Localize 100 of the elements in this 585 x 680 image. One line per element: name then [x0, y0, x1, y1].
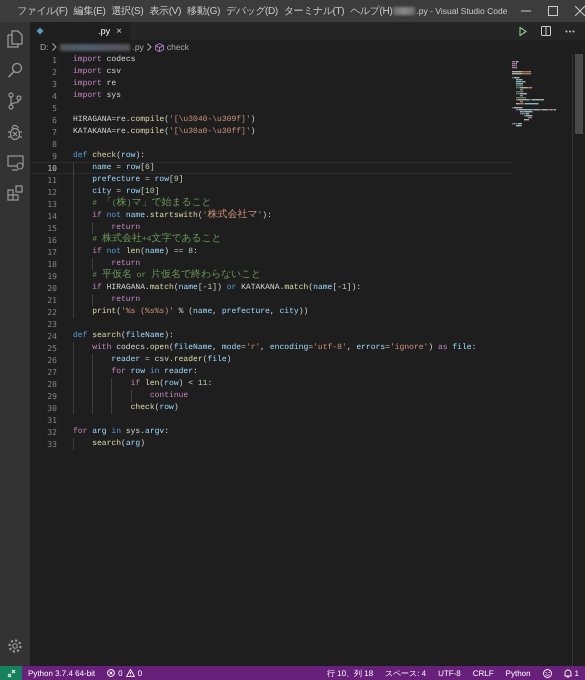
line-number: 16: [46, 236, 57, 244]
code-line: for arg in sys.argv:: [73, 426, 170, 438]
code-line: return: [111, 258, 140, 269]
line-number: 30: [46, 404, 57, 412]
menu-item[interactable]: ヘルプ(H): [349, 4, 394, 18]
status-item[interactable]: Python: [500, 668, 537, 678]
line-number: 20: [46, 284, 57, 292]
warning-count: 0: [138, 668, 142, 678]
line-number: 8: [51, 140, 57, 148]
extensions-icon[interactable]: [7, 185, 23, 201]
line-number: 33: [46, 440, 57, 448]
code-line: import codecs: [73, 54, 136, 66]
problems-status[interactable]: 0 0: [101, 668, 148, 678]
cube-icon: [154, 42, 164, 52]
status-item[interactable]: スペース: 4: [379, 668, 432, 678]
code-line: # 株式会社+4文字であること: [92, 234, 222, 246]
code-line: if len(row) < 11:: [130, 378, 212, 390]
line-number: 23: [46, 320, 57, 328]
code-line: for row in reader:: [111, 366, 198, 378]
blurred-text: [393, 7, 416, 15]
menu-item[interactable]: 編集(E): [72, 4, 107, 18]
monitor-icon[interactable]: [6, 155, 24, 171]
line-number: 3: [51, 80, 57, 88]
chevron-icon: [52, 43, 56, 51]
code-line: if not len(name) == 8:: [92, 246, 198, 258]
menu-item[interactable]: 選択(S): [110, 4, 144, 18]
remote-icon: [6, 668, 16, 678]
code-line: reader = csv.reader(file): [111, 354, 232, 366]
line-number: 11: [46, 176, 57, 184]
bell-icon: [564, 668, 572, 678]
line-number: 4: [51, 92, 57, 100]
code-line: HIRAGANA=re.compile('[\u3040-\u309f]'): [73, 114, 256, 126]
code-line: import sys: [73, 90, 122, 102]
line-number: 14: [46, 212, 57, 220]
line-number: 18: [46, 260, 57, 268]
python-file-icon: [36, 27, 44, 35]
line-number: 10: [46, 164, 57, 172]
close-tab-button[interactable]: ×: [116, 26, 122, 36]
code-line: if not name.startswith('株式会社マ'):: [92, 210, 272, 222]
code-line: prefecture = row[9]: [92, 174, 184, 186]
code-line: print('%s (%s%s)' % (name, prefecture, city)): [92, 306, 308, 318]
code-line: search(arg): [92, 438, 146, 450]
menu-item[interactable]: デバッグ(D): [225, 4, 279, 18]
interpreter-status[interactable]: Python 3.7.4 64-bit: [22, 668, 102, 678]
line-number: 22: [46, 308, 57, 316]
editor-tab[interactable]: .py ×: [30, 22, 130, 40]
maximize-icon[interactable]: [548, 6, 558, 16]
smiley-icon[interactable]: [542, 668, 552, 678]
code-line: def check(row):: [73, 150, 146, 162]
menu-item[interactable]: ターミナル(T): [282, 4, 346, 18]
line-number: 9: [51, 152, 57, 160]
warning-icon: [126, 669, 135, 677]
remote-button[interactable]: [0, 666, 22, 680]
line-number: 27: [46, 368, 57, 376]
code-line: check(row): [130, 402, 179, 414]
scrollbar-thumb[interactable]: [575, 54, 583, 134]
line-number: 32: [46, 428, 57, 436]
line-number: 1: [51, 56, 57, 64]
status-item[interactable]: UTF-8: [432, 668, 467, 678]
code-line: return: [111, 222, 140, 232]
notifications-button[interactable]: 1: [558, 668, 585, 678]
line-number: 12: [46, 188, 57, 196]
close-icon[interactable]: [575, 6, 585, 16]
source-control-icon[interactable]: [8, 92, 22, 110]
window-title: .py - Visual Studio Code: [416, 6, 508, 16]
line-number: 29: [46, 392, 57, 400]
run-icon[interactable]: [519, 26, 527, 36]
search-icon[interactable]: [7, 62, 23, 78]
breadcrumb-item[interactable]: D:: [40, 42, 48, 52]
status-item[interactable]: CRLF: [466, 668, 500, 678]
code-line: with codecs.open(fileName, mode='r', encoding='utf-8', errors='ignore') as file:: [92, 342, 476, 354]
breadcrumb-item[interactable]: .py: [132, 42, 144, 52]
files-icon[interactable]: [7, 30, 23, 48]
code-line: name = row[6]: [92, 162, 155, 174]
line-number: 5: [51, 104, 57, 112]
status-item[interactable]: 行 10、列 18: [320, 668, 380, 678]
line-number: 13: [46, 200, 57, 208]
code-line: # 「(株)マ」で始まること: [92, 198, 212, 209]
line-number: 25: [46, 344, 57, 352]
menu-item[interactable]: 移動(G): [186, 4, 222, 18]
settings-icon[interactable]: [7, 638, 23, 654]
code-line: def search(fileName):: [73, 330, 174, 342]
code-line: if HIRAGANA.match(name[-1]) or KATAKANA.match(name[-1]):: [92, 282, 362, 294]
more-icon[interactable]: [565, 30, 575, 32]
code-line: continue: [150, 390, 188, 402]
line-number: 19: [46, 272, 57, 280]
breadcrumb-item[interactable]: check: [166, 42, 190, 52]
line-number: 26: [46, 356, 57, 364]
line-number: 31: [46, 416, 57, 424]
code-line: KATAKANA=re.compile('[\u30a0-\u30ff]'): [73, 126, 256, 138]
line-number: 17: [46, 248, 57, 256]
code-line: import re: [73, 78, 116, 90]
split-editor-icon[interactable]: [541, 26, 551, 36]
bug-icon[interactable]: [7, 124, 23, 141]
line-number: 15: [46, 224, 57, 232]
menu-item[interactable]: ファイル(F): [16, 4, 69, 18]
menu-item[interactable]: 表示(V): [148, 4, 182, 18]
tab-label: .py: [98, 26, 110, 36]
line-number: 7: [51, 128, 57, 136]
code-line: # 平仮名 or 片仮名で終わらないこと: [92, 270, 262, 282]
